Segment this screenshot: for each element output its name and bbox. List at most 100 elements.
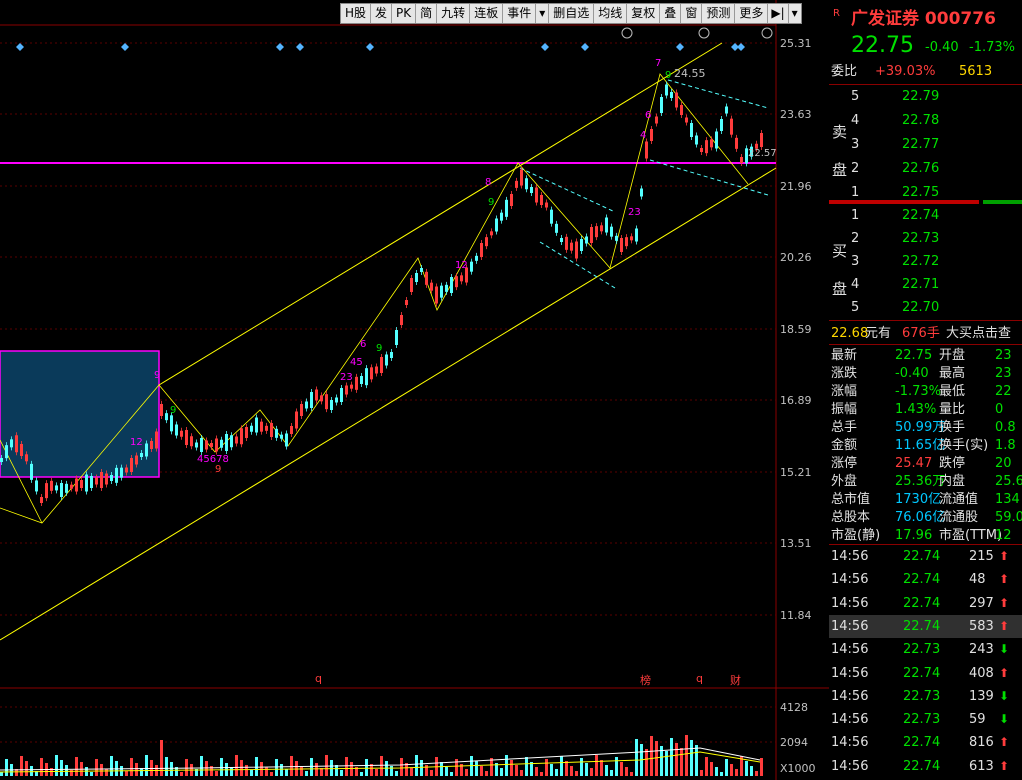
- ask-row[interactable]: 3 22.77: [829, 133, 1022, 156]
- toolbar-menu-icon[interactable]: ▾: [789, 4, 801, 23]
- volume-bar: [550, 764, 553, 776]
- trade-price: 22.73: [903, 712, 941, 728]
- volume-bar: [270, 772, 273, 776]
- toolbar-window-button[interactable]: 窗: [681, 4, 703, 23]
- candlestick-chart[interactable]: 978 4645 121223 23645678 9999 9: [0, 0, 829, 780]
- volume-bar: [510, 760, 513, 776]
- volume-bar: [560, 756, 563, 776]
- event-marker[interactable]: q: [696, 672, 703, 685]
- bid-level: 3: [851, 254, 860, 269]
- marker-icon[interactable]: [296, 43, 304, 51]
- ask-row[interactable]: 2 22.76: [829, 157, 1022, 180]
- volume-bar: [685, 735, 688, 776]
- event-marker[interactable]: 榜: [640, 672, 651, 688]
- volume-bar: [245, 765, 248, 776]
- volume-bar: [480, 766, 483, 776]
- marker-icon[interactable]: [276, 43, 284, 51]
- svg-text:9: 9: [376, 343, 382, 354]
- event-marker[interactable]: 财: [730, 672, 741, 688]
- toolbar-nine-turn-button[interactable]: 九转: [437, 4, 471, 23]
- toolbar-predict-button[interactable]: 预测: [702, 4, 736, 23]
- volume-bar: [340, 770, 343, 776]
- toolbar-more-button[interactable]: 更多: [735, 4, 769, 23]
- ask-price: 22.79: [902, 89, 940, 104]
- toolbar-adjust-button[interactable]: 复权: [627, 4, 661, 23]
- volume-bar: [635, 739, 638, 776]
- ask-row[interactable]: 5 22.79: [829, 85, 1022, 108]
- toolbar-limit-up-button[interactable]: 连板: [470, 4, 504, 23]
- trade-price: 22.74: [903, 735, 941, 751]
- weibi-count: 5613: [959, 64, 993, 79]
- marker-icon[interactable]: [16, 43, 24, 51]
- svg-text:8: 8: [485, 177, 491, 188]
- volume-bar: [415, 755, 418, 776]
- volume-bar: [280, 764, 283, 776]
- volume-bar: [330, 760, 333, 776]
- volume-bar: [580, 758, 583, 776]
- stock-name: 广发证券: [851, 9, 919, 29]
- volume-tick: 2094: [780, 736, 808, 749]
- bid-row[interactable]: 4 22.71: [829, 273, 1022, 296]
- volume-bar: [125, 771, 128, 776]
- toolbar-remove-watchlist-button[interactable]: 删自选: [549, 4, 595, 23]
- bid-row[interactable]: 1 22.74: [829, 204, 1022, 227]
- volume-bar: [595, 755, 598, 776]
- marker-icon[interactable]: [541, 43, 549, 51]
- big-order-notice[interactable]: 22.68 元有 676手 大买点击查: [829, 322, 1022, 345]
- marker-icon[interactable]: [366, 43, 374, 51]
- bid-row[interactable]: 2 22.73: [829, 227, 1022, 250]
- volume-bar: [705, 757, 708, 776]
- volume-bar: [180, 772, 183, 776]
- svg-text:12: 12: [455, 260, 468, 271]
- bid-price: 22.72: [902, 254, 940, 269]
- trade-row[interactable]: 14:56 22.74 215 ⬆: [829, 545, 1022, 568]
- volume-bar: [690, 740, 693, 776]
- marker-icon[interactable]: [121, 43, 129, 51]
- volume-bar: [345, 757, 348, 776]
- volume-bar: [500, 768, 503, 776]
- toolbar-hk-button[interactable]: H股: [341, 4, 372, 23]
- bid-row[interactable]: 5 22.70: [829, 296, 1022, 319]
- collapse-panel-icon[interactable]: ▶|: [768, 4, 789, 23]
- trade-row[interactable]: 14:56 22.74 816 ⬆: [829, 731, 1022, 754]
- trade-row[interactable]: 14:56 22.74 408 ⬆: [829, 662, 1022, 685]
- volume-bar: [65, 765, 68, 776]
- trade-time: 14:56: [831, 712, 869, 728]
- marker-icon[interactable]: [581, 43, 589, 51]
- event-marker[interactable]: q: [315, 672, 322, 685]
- volume-bar: [25, 761, 28, 776]
- trade-row[interactable]: 14:56 22.73 243 ⬇: [829, 638, 1022, 661]
- bid-row[interactable]: 3 22.72: [829, 250, 1022, 273]
- ask-row[interactable]: 4 22.78: [829, 109, 1022, 132]
- trade-row[interactable]: 14:56 22.73 139 ⬇: [829, 685, 1022, 708]
- toolbar-fa-button[interactable]: 发: [371, 4, 393, 23]
- marker-icon[interactable]: [737, 43, 745, 51]
- volume-bar: [185, 759, 188, 776]
- volume-bar: [545, 759, 548, 776]
- toolbar-ma-button[interactable]: 均线: [594, 4, 628, 23]
- current-price: 22.75: [851, 33, 914, 58]
- trade-row[interactable]: 14:56 22.74 583 ⬆: [829, 614, 1022, 638]
- trade-row[interactable]: 14:56 22.74 48 ⬆: [829, 568, 1022, 591]
- arrow-down-icon: ⬇: [999, 688, 1010, 703]
- toolbar-pk-button[interactable]: PK: [392, 4, 417, 23]
- toolbar-simple-button[interactable]: 简: [416, 4, 438, 23]
- bid-level: 2: [851, 231, 860, 246]
- toolbar-dropdown-icon[interactable]: ▾: [536, 4, 550, 23]
- volume-bar: [655, 741, 658, 776]
- arrow-up-icon: ⬆: [999, 595, 1010, 610]
- trade-time: 14:56: [831, 549, 869, 564]
- volume-bar: [365, 759, 368, 776]
- trade-row[interactable]: 14:56 22.73 59 ⬇: [829, 708, 1022, 731]
- trade-row[interactable]: 14:56 22.74 297 ⬆: [829, 592, 1022, 615]
- svg-text:23: 23: [340, 372, 353, 383]
- trade-volume: 139: [969, 688, 994, 704]
- trade-row[interactable]: 14:56 22.74 613 ⬆: [829, 755, 1022, 778]
- ask-price: 22.76: [902, 161, 940, 176]
- trade-price: 22.74: [903, 665, 941, 681]
- marker-icon[interactable]: [676, 43, 684, 51]
- volume-bar: [445, 767, 448, 776]
- zoom-out-icon: [761, 27, 773, 39]
- toolbar-overlay-button[interactable]: 叠: [660, 4, 682, 23]
- toolbar-events-button[interactable]: 事件: [503, 4, 537, 23]
